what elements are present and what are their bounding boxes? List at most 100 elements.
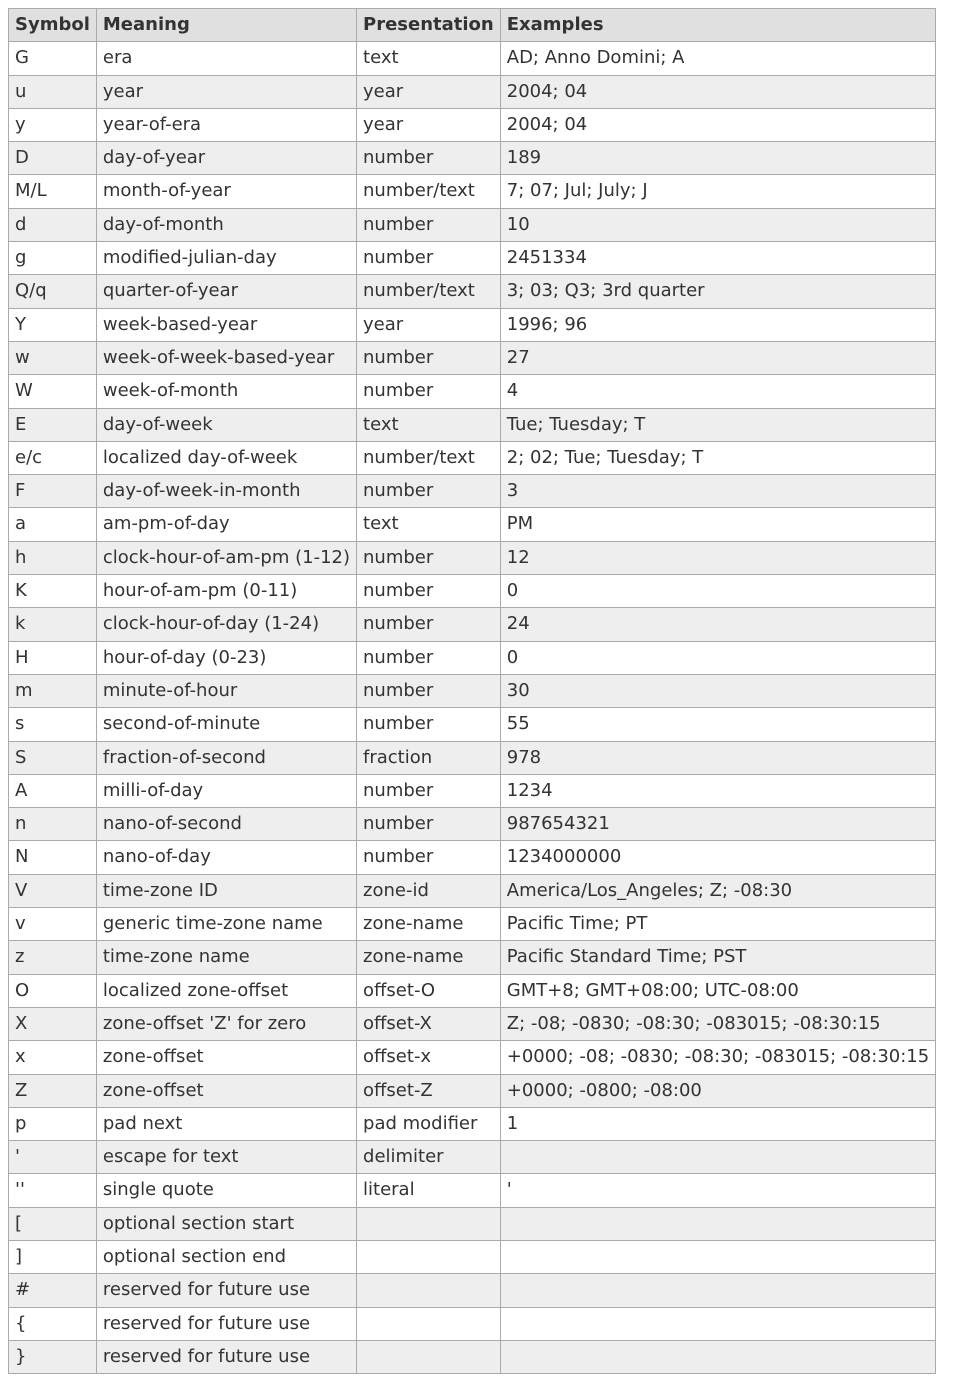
cell-examples: 55: [500, 708, 935, 741]
cell-presentation: number: [357, 808, 501, 841]
cell-symbol: G: [9, 42, 97, 75]
cell-examples: 978: [500, 741, 935, 774]
cell-meaning: reserved for future use: [96, 1274, 356, 1307]
cell-examples: 7; 07; Jul; July; J: [500, 175, 935, 208]
table-row: dday-of-monthnumber10: [9, 208, 936, 241]
cell-symbol: v: [9, 908, 97, 941]
cell-symbol: [: [9, 1207, 97, 1240]
cell-examples: 30: [500, 674, 935, 707]
table-row: {reserved for future use: [9, 1307, 936, 1340]
table-row: xzone-offsetoffset-x+0000; -08; -0830; -…: [9, 1041, 936, 1074]
cell-symbol: Z: [9, 1074, 97, 1107]
table-row: kclock-hour-of-day (1-24)number24: [9, 608, 936, 641]
cell-examples: +0000; -08; -0830; -08:30; -083015; -08:…: [500, 1041, 935, 1074]
cell-meaning: hour-of-day (0-23): [96, 641, 356, 674]
cell-examples: 1234: [500, 774, 935, 807]
cell-examples: Tue; Tuesday; T: [500, 408, 935, 441]
cell-symbol: K: [9, 575, 97, 608]
cell-symbol: h: [9, 541, 97, 574]
cell-meaning: single quote: [96, 1174, 356, 1207]
cell-presentation: zone-name: [357, 908, 501, 941]
col-header-examples: Examples: [500, 9, 935, 42]
cell-symbol: Q/q: [9, 275, 97, 308]
cell-meaning: time-zone name: [96, 941, 356, 974]
col-header-meaning: Meaning: [96, 9, 356, 42]
cell-symbol: y: [9, 108, 97, 141]
cell-examples: 1234000000: [500, 841, 935, 874]
cell-examples: 1: [500, 1107, 935, 1140]
cell-symbol: s: [9, 708, 97, 741]
cell-meaning: second-of-minute: [96, 708, 356, 741]
cell-meaning: zone-offset: [96, 1074, 356, 1107]
table-row: ztime-zone namezone-namePacific Standard…: [9, 941, 936, 974]
cell-symbol: M/L: [9, 175, 97, 208]
table-row: uyearyear2004; 04: [9, 75, 936, 108]
cell-presentation: text: [357, 42, 501, 75]
cell-examples: America/Los_Angeles; Z; -08:30: [500, 874, 935, 907]
cell-examples: 3: [500, 475, 935, 508]
cell-examples: Pacific Time; PT: [500, 908, 935, 941]
cell-presentation: text: [357, 408, 501, 441]
cell-meaning: day-of-week: [96, 408, 356, 441]
cell-presentation: year: [357, 75, 501, 108]
cell-symbol: '': [9, 1174, 97, 1207]
cell-presentation: number: [357, 208, 501, 241]
col-header-symbol: Symbol: [9, 9, 97, 42]
cell-symbol: d: [9, 208, 97, 241]
cell-meaning: hour-of-am-pm (0-11): [96, 575, 356, 608]
cell-examples: 1996; 96: [500, 308, 935, 341]
cell-presentation: offset-x: [357, 1041, 501, 1074]
table-row: ppad nextpad modifier1: [9, 1107, 936, 1140]
pattern-symbol-table: Symbol Meaning Presentation Examples Ger…: [8, 8, 936, 1374]
cell-symbol: }: [9, 1340, 97, 1373]
cell-symbol: H: [9, 641, 97, 674]
cell-presentation: number: [357, 674, 501, 707]
cell-presentation: number: [357, 841, 501, 874]
table-row: Hhour-of-day (0-23)number0: [9, 641, 936, 674]
cell-meaning: localized day-of-week: [96, 441, 356, 474]
cell-symbol: a: [9, 508, 97, 541]
cell-meaning: week-of-week-based-year: [96, 341, 356, 374]
cell-meaning: clock-hour-of-day (1-24): [96, 608, 356, 641]
table-row: Q/qquarter-of-yearnumber/text3; 03; Q3; …: [9, 275, 936, 308]
table-row: Fday-of-week-in-monthnumber3: [9, 475, 936, 508]
cell-symbol: V: [9, 874, 97, 907]
table-row: ssecond-of-minutenumber55: [9, 708, 936, 741]
cell-symbol: Y: [9, 308, 97, 341]
cell-presentation: number/text: [357, 275, 501, 308]
cell-presentation: offset-O: [357, 974, 501, 1007]
table-row: Zzone-offsetoffset-Z+0000; -0800; -08:00: [9, 1074, 936, 1107]
cell-examples: 2004; 04: [500, 108, 935, 141]
cell-presentation: number: [357, 475, 501, 508]
cell-presentation: text: [357, 508, 501, 541]
cell-meaning: reserved for future use: [96, 1340, 356, 1373]
cell-examples: AD; Anno Domini; A: [500, 42, 935, 75]
cell-presentation: number: [357, 242, 501, 275]
col-header-presentation: Presentation: [357, 9, 501, 42]
cell-examples: 12: [500, 541, 935, 574]
cell-examples: [500, 1207, 935, 1240]
table-row: aam-pm-of-daytextPM: [9, 508, 936, 541]
cell-symbol: A: [9, 774, 97, 807]
cell-presentation: fraction: [357, 741, 501, 774]
cell-meaning: clock-hour-of-am-pm (1-12): [96, 541, 356, 574]
table-row: ]optional section end: [9, 1240, 936, 1273]
cell-examples: [500, 1141, 935, 1174]
cell-meaning: era: [96, 42, 356, 75]
table-row: GeratextAD; Anno Domini; A: [9, 42, 936, 75]
cell-meaning: month-of-year: [96, 175, 356, 208]
table-row: nnano-of-secondnumber987654321: [9, 808, 936, 841]
cell-examples: [500, 1274, 935, 1307]
cell-presentation: zone-name: [357, 941, 501, 974]
table-row: Nnano-of-daynumber1234000000: [9, 841, 936, 874]
cell-symbol: X: [9, 1007, 97, 1040]
cell-meaning: reserved for future use: [96, 1307, 356, 1340]
cell-symbol: ': [9, 1141, 97, 1174]
cell-examples: 24: [500, 608, 935, 641]
cell-presentation: number: [357, 608, 501, 641]
cell-presentation: number: [357, 708, 501, 741]
table-header-row: Symbol Meaning Presentation Examples: [9, 9, 936, 42]
cell-examples: PM: [500, 508, 935, 541]
cell-meaning: nano-of-second: [96, 808, 356, 841]
cell-meaning: week-based-year: [96, 308, 356, 341]
